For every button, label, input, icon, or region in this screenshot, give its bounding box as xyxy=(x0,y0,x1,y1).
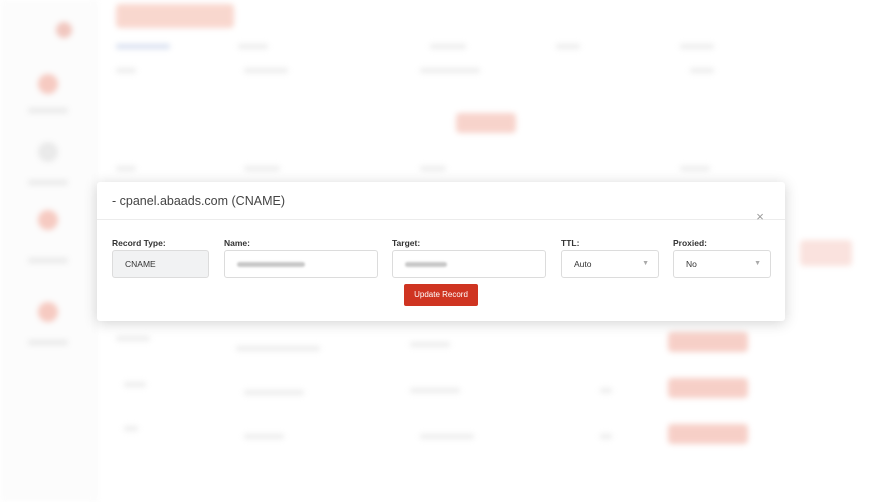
load-more-button xyxy=(456,113,516,133)
table-cell xyxy=(236,346,320,351)
nav-icon xyxy=(38,302,58,322)
table-cell xyxy=(690,68,714,73)
nav-label xyxy=(28,258,68,263)
row-action xyxy=(668,378,748,398)
ttl-value: Auto xyxy=(574,259,592,269)
record-type-value: CNAME xyxy=(125,259,156,269)
update-record-button[interactable]: Update Record xyxy=(404,284,478,306)
record-type-label: Record Type: xyxy=(112,238,166,248)
table-header xyxy=(420,166,446,171)
nav-icon xyxy=(38,210,58,230)
table-header xyxy=(238,44,268,49)
nav-label xyxy=(28,108,68,113)
table-cell xyxy=(116,68,136,73)
close-icon[interactable]: × xyxy=(753,210,767,224)
table-cell xyxy=(410,388,460,393)
name-input[interactable] xyxy=(224,250,378,278)
table-cell xyxy=(600,388,612,393)
table-cell xyxy=(244,68,288,73)
table-header xyxy=(556,44,580,49)
record-type-field: CNAME xyxy=(112,250,209,278)
proxied-label: Proxied: xyxy=(673,238,708,248)
table-cell xyxy=(600,434,612,439)
row-action xyxy=(668,332,748,352)
redacted-target-value xyxy=(405,262,447,267)
modal-header: - cpanel.abaads.com (CNAME) xyxy=(97,182,785,220)
table-cell xyxy=(420,68,480,73)
table-cell xyxy=(420,434,474,439)
row-action xyxy=(668,424,748,444)
table-cell xyxy=(124,382,146,387)
nav-label xyxy=(28,180,68,185)
logo-icon xyxy=(56,22,72,38)
nav-icon xyxy=(38,142,58,162)
sidebar xyxy=(0,0,96,502)
table-cell xyxy=(124,426,138,431)
chevron-down-icon: ▼ xyxy=(642,260,649,267)
proxied-select[interactable]: No ▼ xyxy=(673,250,771,278)
table-cell xyxy=(116,336,150,341)
table-cell xyxy=(244,434,284,439)
modal-title: - cpanel.abaads.com (CNAME) xyxy=(112,194,285,208)
nav-label xyxy=(28,340,68,345)
row-action xyxy=(800,240,852,266)
ttl-select[interactable]: Auto ▼ xyxy=(561,250,659,278)
add-record-button xyxy=(116,4,234,28)
name-label: Name: xyxy=(224,238,250,248)
table-header xyxy=(680,166,710,171)
table-header xyxy=(116,44,170,49)
target-input[interactable] xyxy=(392,250,546,278)
table-cell xyxy=(410,342,450,347)
nav-icon xyxy=(38,74,58,94)
ttl-label: TTL: xyxy=(561,238,580,248)
proxied-value: No xyxy=(686,259,697,269)
table-header xyxy=(430,44,466,49)
table-header xyxy=(680,44,714,49)
table-header xyxy=(244,166,280,171)
chevron-down-icon: ▼ xyxy=(754,260,761,267)
redacted-name-value xyxy=(237,262,305,267)
table-header xyxy=(116,166,136,171)
edit-record-modal: - cpanel.abaads.com (CNAME) × Record Typ… xyxy=(97,182,785,321)
table-cell xyxy=(244,390,304,395)
target-label: Target: xyxy=(392,238,421,248)
